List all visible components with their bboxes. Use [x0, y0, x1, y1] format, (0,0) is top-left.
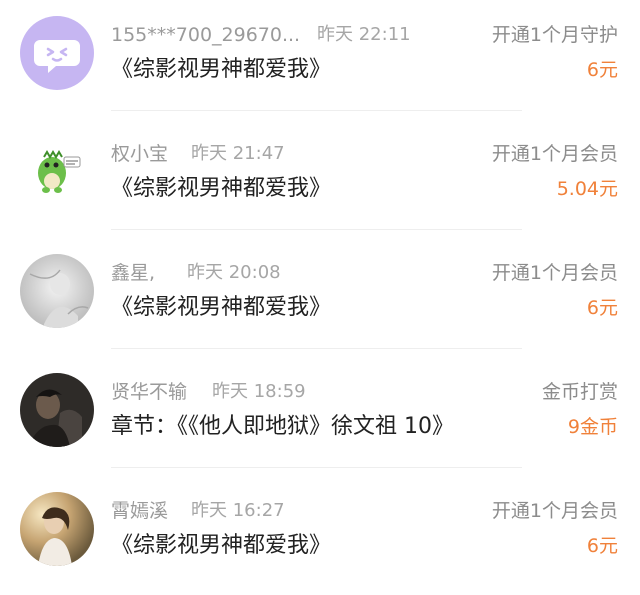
- avatar[interactable]: [20, 492, 94, 566]
- timestamp: 昨天 16:27: [191, 500, 285, 521]
- purple-chat-bubble-icon: [20, 16, 94, 90]
- item-title[interactable]: 《综影视男神都爱我》: [111, 531, 331, 561]
- price-label: 6元: [586, 59, 618, 81]
- price-label: 9金币: [567, 416, 618, 438]
- user-name: 鑫星,: [111, 262, 156, 284]
- divider: [111, 229, 522, 230]
- action-label: 开通1个月会员: [491, 500, 618, 522]
- timestamp: 昨天 18:59: [212, 381, 306, 402]
- action-label: 开通1个月守护: [491, 24, 618, 46]
- list-item[interactable]: 155***700_29670... 昨天 22:11 《综影视男神都爱我》 开…: [0, 0, 640, 119]
- action-label: 开通1个月会员: [491, 143, 618, 165]
- timestamp: 昨天 22:11: [317, 24, 411, 45]
- price-label: 6元: [586, 535, 618, 557]
- list-item[interactable]: 贤华不输 昨天 18:59 章节：《《他人即地狱》徐文祖 10》 金币打赏 9金…: [0, 357, 640, 476]
- item-title[interactable]: 《综影视男神都爱我》: [111, 293, 331, 323]
- user-name: 权小宝: [111, 143, 169, 165]
- transaction-list: 155***700_29670... 昨天 22:11 《综影视男神都爱我》 开…: [0, 0, 640, 595]
- user-name: 霄嫣溪: [111, 500, 169, 522]
- price-label: 5.04元: [556, 178, 618, 200]
- dark-photo-avatar-icon: [20, 373, 94, 447]
- divider: [111, 467, 522, 468]
- timestamp: 昨天 20:08: [187, 262, 281, 283]
- price-label: 6元: [586, 297, 618, 319]
- divider: [111, 110, 522, 111]
- list-item[interactable]: 权小宝 昨天 21:47 《综影视男神都爱我》 开通1个月会员 5.04元: [0, 119, 640, 238]
- user-name: 贤华不输: [111, 381, 188, 403]
- timestamp: 昨天 21:47: [191, 143, 285, 164]
- action-label: 开通1个月会员: [491, 262, 618, 284]
- list-item[interactable]: 鑫星, 昨天 20:08 《综影视男神都爱我》 开通1个月会员 6元: [0, 238, 640, 357]
- item-title[interactable]: 章节：《《他人即地狱》徐文祖 10》: [111, 412, 454, 442]
- avatar[interactable]: [20, 254, 94, 328]
- avatar[interactable]: [20, 135, 94, 209]
- sunlit-portrait-avatar-icon: [20, 492, 94, 566]
- item-title[interactable]: 《综影视男神都爱我》: [111, 174, 331, 204]
- action-label: 金币打赏: [541, 381, 618, 403]
- avatar[interactable]: [20, 373, 94, 447]
- user-name: 155***700_29670...: [111, 24, 301, 46]
- item-title[interactable]: 《综影视男神都爱我》: [111, 55, 331, 85]
- list-item[interactable]: 霄嫣溪 昨天 16:27 《综影视男神都爱我》 开通1个月会员 6元: [0, 476, 640, 595]
- avatar[interactable]: [20, 16, 94, 90]
- divider: [111, 348, 522, 349]
- grey-photo-avatar-icon: [20, 254, 94, 328]
- green-dinosaur-sticker-icon: [20, 135, 94, 209]
